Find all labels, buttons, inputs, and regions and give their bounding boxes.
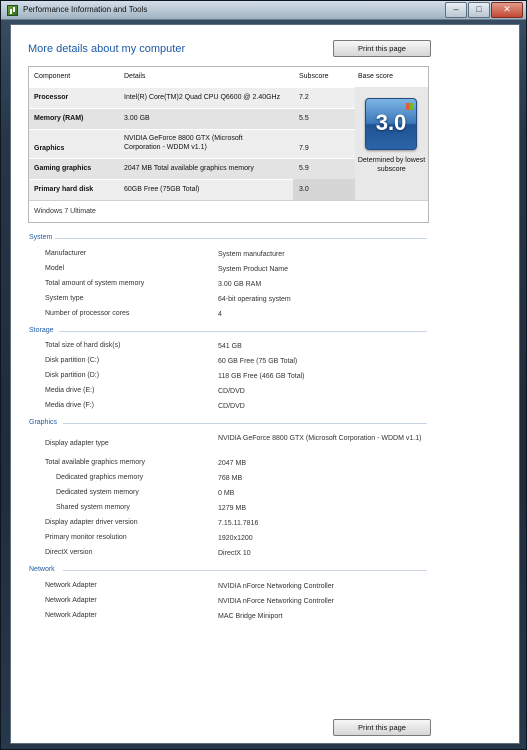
info-value: 2047 MB	[218, 460, 247, 467]
info-value: 768 MB	[218, 475, 243, 482]
score-subscore: 7.9	[299, 145, 309, 152]
info-value: System Product Name	[218, 266, 289, 273]
info-label: System type	[45, 295, 84, 302]
score-row-memory: Memory (RAM) 3.00 GB 5.5	[29, 108, 355, 129]
info-label: Media drive (F:)	[45, 402, 95, 409]
performance-icon	[7, 5, 18, 16]
section-title-system: System	[29, 234, 53, 241]
info-value: MAC Bridge Miniport	[218, 613, 283, 620]
info-label: Total size of hard disk(s)	[45, 342, 121, 349]
section-divider	[63, 570, 427, 571]
info-label: Display adapter driver version	[45, 519, 138, 526]
info-label: Total amount of system memory	[45, 280, 145, 287]
info-label: Disk partition (D:)	[45, 372, 100, 379]
header-details: Details	[124, 73, 146, 80]
score-component: Graphics	[34, 145, 65, 152]
score-component: Primary hard disk	[34, 186, 94, 193]
score-subscore: 5.5	[299, 115, 309, 122]
info-value: NVIDIA nForce Networking Controller	[218, 583, 334, 590]
info-label: Dedicated graphics memory	[56, 474, 144, 481]
print-button-top[interactable]: Print this page	[333, 40, 431, 57]
info-value: 7.15.11.7816	[218, 520, 259, 527]
info-value: 118 GB Free (466 GB Total)	[218, 373, 305, 380]
info-value: NVIDIA nForce Networking Controller	[218, 598, 334, 605]
info-label: Shared system memory	[56, 504, 130, 511]
score-component: Memory (RAM)	[34, 115, 84, 122]
header-subscore: Subscore	[299, 73, 329, 80]
header-base-score: Base score	[358, 73, 394, 80]
info-label: DirectX version	[45, 549, 93, 556]
info-value: NVIDIA GeForce 8800 GTX (Microsoft Corpo…	[218, 435, 422, 442]
score-row-processor: Processor Intel(R) Core(TM)2 Quad CPU Q6…	[29, 87, 355, 108]
score-details: 60GB Free (75GB Total)	[124, 186, 200, 193]
section-divider	[59, 331, 427, 332]
header-component: Component	[34, 73, 71, 80]
title-bar[interactable]: Performance Information and Tools – □ ✕	[1, 1, 526, 20]
info-label: Model	[45, 265, 65, 272]
score-component: Gaming graphics	[34, 165, 92, 172]
section-title-graphics: Graphics	[29, 419, 58, 426]
score-details: Intel(R) Core(TM)2 Quad CPU Q6600 @ 2.40…	[124, 94, 281, 101]
info-label: Total available graphics memory	[45, 459, 145, 466]
info-label: Network Adapter	[45, 612, 97, 619]
base-score-cell: 3.0 Determined by lowest subscore	[355, 87, 428, 200]
score-subscore: 5.9	[299, 165, 309, 172]
info-value: System manufacturer	[218, 251, 285, 258]
lowest-subscore-value: 3.0	[299, 186, 309, 193]
windows-logo-icon	[406, 103, 413, 110]
info-value: DirectX 10	[218, 550, 251, 557]
info-value: 3.00 GB RAM	[218, 281, 262, 288]
score-subscore: 7.2	[299, 94, 309, 101]
section-divider	[63, 423, 427, 424]
score-details: 2047 MB Total available graphics memory	[124, 165, 254, 172]
info-label: Dedicated system memory	[56, 489, 139, 496]
score-details: NVIDIA GeForce 8800 GTX (Microsoft Corpo…	[124, 135, 243, 151]
window-controls: – □ ✕	[445, 2, 523, 18]
info-label: Media drive (E:)	[45, 387, 95, 394]
info-value: 541 GB	[218, 343, 242, 350]
info-value: 60 GB Free (75 GB Total)	[218, 358, 298, 365]
window-title: Performance Information and Tools	[23, 5, 148, 14]
score-row-graphics: Graphics NVIDIA GeForce 8800 GTX (Micros…	[29, 129, 355, 158]
score-row-gaming-graphics: Gaming graphics 2047 MB Total available …	[29, 158, 355, 179]
details-panel: More details about my computer Print thi…	[10, 24, 520, 744]
info-label: Disk partition (C:)	[45, 357, 100, 364]
base-score-caption: Determined by lowest subscore	[357, 157, 426, 173]
close-button[interactable]: ✕	[491, 2, 523, 18]
base-score-value: 3.0	[375, 110, 407, 135]
base-score-badge: 3.0	[365, 98, 417, 150]
minimize-button[interactable]: –	[445, 2, 467, 18]
info-label: Network Adapter	[45, 582, 97, 589]
score-component: Processor	[34, 94, 69, 101]
section-divider	[55, 238, 427, 239]
page-title: More details about my computer	[28, 43, 186, 55]
info-label: Network Adapter	[45, 597, 97, 604]
info-value: CD/DVD	[218, 388, 245, 395]
windows-edition: Windows 7 Ultimate	[29, 200, 428, 223]
score-details: 3.00 GB	[124, 115, 150, 122]
section-title-storage: Storage	[29, 327, 54, 334]
info-value: 0 MB	[218, 490, 235, 497]
info-value: 1920x1200	[218, 535, 253, 542]
score-table: Component Details Subscore Base score Pr…	[28, 66, 429, 223]
edition-label: Windows 7 Ultimate	[34, 208, 96, 215]
info-label: Manufacturer	[45, 250, 87, 257]
score-table-header: Component Details Subscore Base score	[29, 67, 428, 87]
info-value: CD/DVD	[218, 403, 245, 410]
info-value: 64-bit operating system	[218, 296, 291, 303]
maximize-button[interactable]: □	[468, 2, 490, 18]
info-value: 4	[218, 311, 222, 318]
section-title-network: Network	[29, 566, 55, 573]
print-button-bottom[interactable]: Print this page	[333, 719, 431, 736]
info-label: Number of processor cores	[45, 310, 130, 317]
info-label: Primary monitor resolution	[45, 534, 127, 541]
info-label: Display adapter type	[45, 440, 109, 447]
window-frame: Performance Information and Tools – □ ✕ …	[0, 0, 527, 750]
info-value: 1279 MB	[218, 505, 247, 512]
